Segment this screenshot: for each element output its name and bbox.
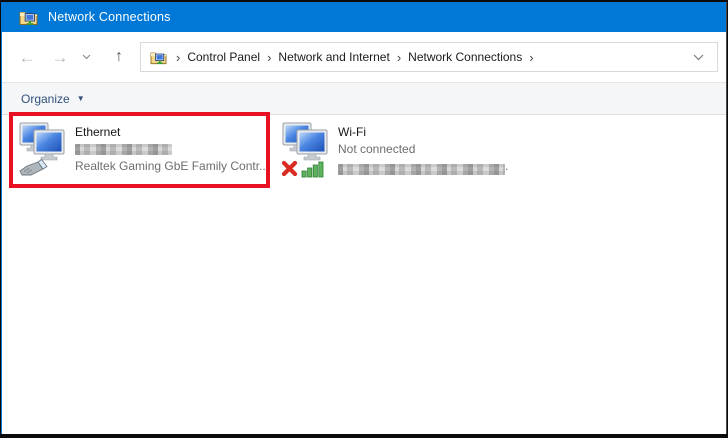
organize-button[interactable]: Organize ▼ <box>21 92 85 106</box>
command-toolbar: Organize ▼ <box>2 83 726 115</box>
back-button[interactable]: ← <box>15 49 39 66</box>
ethernet-adapter-icon <box>19 121 67 179</box>
forward-button[interactable]: → <box>48 49 72 66</box>
breadcrumb-network-and-internet[interactable]: Network and Internet <box>278 50 389 64</box>
adapter-device-name: Realtek Gaming GbE Family Contr... <box>75 159 270 173</box>
connection-name: Wi-Fi <box>338 125 366 139</box>
wifi-text-block: Wi-Fi Not connected . <box>338 121 508 179</box>
connection-status: Not connected <box>338 142 416 156</box>
breadcrumb-separator[interactable]: › <box>522 50 540 65</box>
breadcrumb-separator[interactable]: › <box>390 50 408 65</box>
wifi-adapter-icon <box>281 121 330 179</box>
breadcrumb-network-connections[interactable]: Network Connections <box>408 50 522 64</box>
breadcrumb-separator[interactable]: › <box>169 50 187 65</box>
network-connections-window: Network Connections ← → ↑ › Control Pane… <box>1 2 727 434</box>
adapter-name-suffix: . <box>505 159 509 173</box>
screenshot-frame: Network Connections ← → ↑ › Control Pane… <box>0 0 728 438</box>
nav-buttons: ← → ↑ <box>2 32 131 82</box>
organize-caret-down-icon: ▼ <box>76 94 85 103</box>
connection-item-ethernet[interactable]: Ethernet Realtek Gaming GbE Family Contr… <box>19 121 269 179</box>
connections-list: Ethernet Realtek Gaming GbE Family Contr… <box>2 112 726 432</box>
redacted-adapter-name <box>338 164 505 175</box>
redacted-network-name <box>75 144 172 155</box>
organize-label: Organize <box>21 91 70 106</box>
address-bar[interactable]: › Control Panel › Network and Internet ›… <box>140 42 718 72</box>
window-title: Network Connections <box>48 10 171 24</box>
connection-name: Ethernet <box>75 125 121 139</box>
title-bar: Network Connections <box>2 2 726 32</box>
address-location-icon <box>150 50 167 65</box>
connection-item-wifi[interactable]: Wi-Fi Not connected . <box>281 121 508 179</box>
breadcrumb-separator[interactable]: › <box>260 50 278 65</box>
navigation-bar: ← → ↑ › Control Panel › Network and Inte… <box>2 32 726 83</box>
ethernet-text-block: Ethernet Realtek Gaming GbE Family Contr… <box>75 121 269 179</box>
up-button[interactable]: ↑ <box>107 49 131 65</box>
network-connections-folder-icon <box>19 9 38 26</box>
address-dropdown-chevron-down-icon[interactable] <box>693 54 708 61</box>
breadcrumb-control-panel[interactable]: Control Panel <box>187 50 260 64</box>
recent-locations-chevron-down-icon[interactable] <box>78 54 94 60</box>
